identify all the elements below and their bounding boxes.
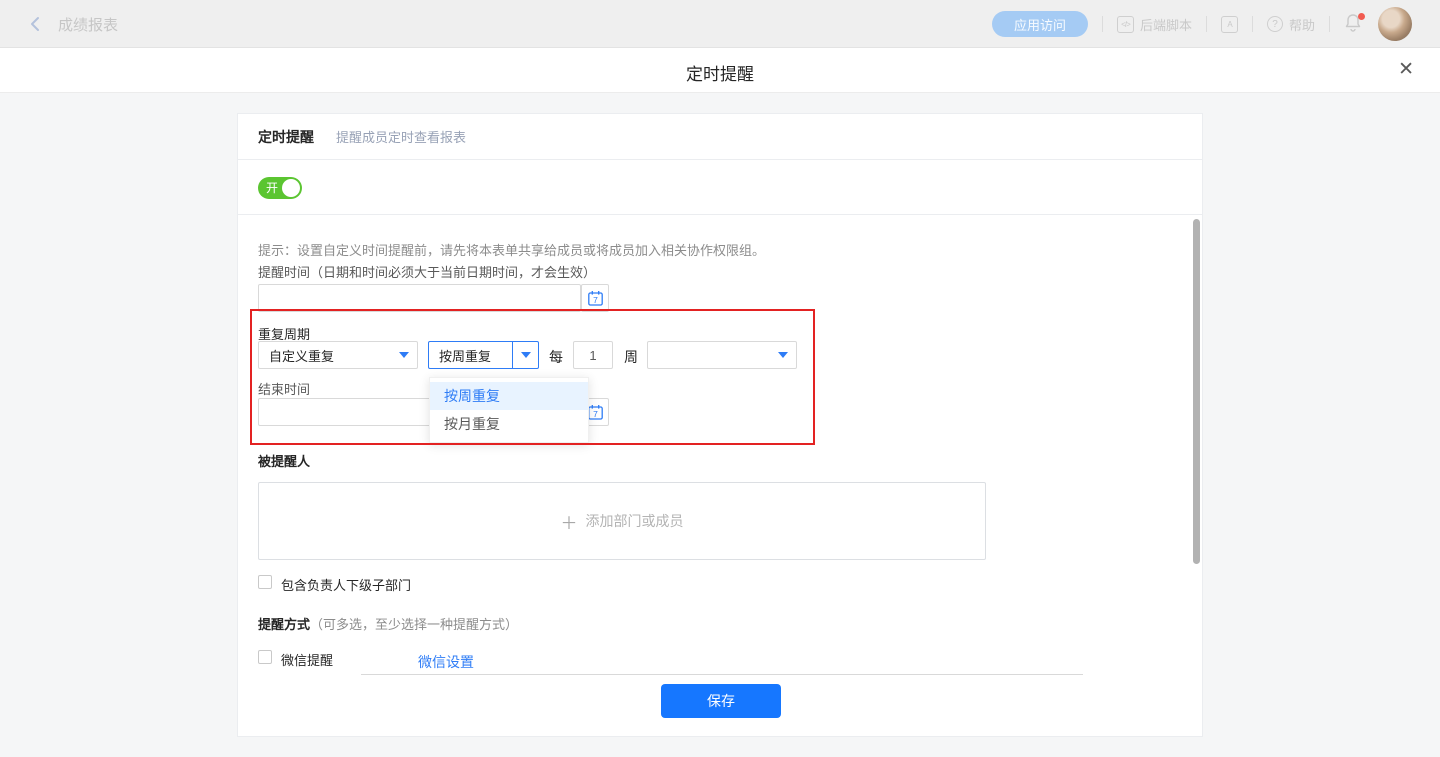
- tab-description: 提醒成员定时查看报表: [336, 127, 466, 146]
- save-button[interactable]: 保存: [661, 684, 781, 718]
- report-title: 成绩报表: [58, 14, 118, 35]
- remind-method-title: 提醒方式: [258, 617, 310, 632]
- code-icon: </>: [1117, 16, 1134, 33]
- close-icon[interactable]: ✕: [1398, 59, 1414, 81]
- repeat-mode-select[interactable]: 自定义重复: [258, 341, 418, 369]
- wechat-remind-checkbox[interactable]: [258, 650, 272, 664]
- notifications-button[interactable]: [1344, 13, 1364, 35]
- divider: [1329, 16, 1330, 32]
- notification-dot: [1358, 13, 1365, 20]
- include-sub-dept-label: 包含负责人下级子部门: [281, 575, 411, 594]
- toggle-on-label: 开: [266, 181, 278, 195]
- remind-time-label: 提醒时间（日期和时间必须大于当前日期时间，才会生效）: [258, 262, 596, 281]
- back-button[interactable]: [26, 14, 46, 34]
- repeat-frequency-select[interactable]: 按周重复: [428, 341, 539, 369]
- card-tab-row: 定时提醒 提醒成员定时查看报表: [238, 114, 1202, 160]
- menu-option-monthly[interactable]: 按月重复: [430, 410, 588, 438]
- dialog-title: 定时提醒: [0, 60, 1440, 85]
- interval-input[interactable]: [573, 341, 613, 369]
- include-sub-dept-checkbox[interactable]: [258, 575, 272, 589]
- recipients-label: 被提醒人: [258, 451, 310, 470]
- chevron-left-icon: [26, 14, 46, 34]
- calendar-icon: 7: [587, 290, 604, 307]
- app-access-button[interactable]: 应用访问: [992, 11, 1088, 37]
- question-mark-icon: ?: [1267, 16, 1283, 32]
- calendar-icon: 7: [587, 404, 604, 421]
- add-members-button[interactable]: ＋ 添加部门或成员: [258, 482, 986, 560]
- remind-time-calendar-button[interactable]: 7: [581, 284, 609, 312]
- user-avatar[interactable]: [1378, 7, 1412, 41]
- dialog-body: 定时提醒 提醒成员定时查看报表 开 提示：设置自定义时间提醒前，请先将本表单共享…: [0, 94, 1440, 757]
- repeat-frequency-value: 按周重复: [429, 346, 512, 365]
- reminder-on-toggle[interactable]: 开: [258, 177, 302, 199]
- toggle-row: 开: [238, 160, 1202, 215]
- chevron-down-icon: [399, 352, 409, 358]
- plus-icon: ＋: [561, 509, 578, 534]
- divider: [1252, 16, 1253, 32]
- app-screen: 成绩报表 应用访问 </> 后端脚本 A ? 帮助: [0, 0, 1440, 757]
- end-time-label: 结束时间: [258, 379, 310, 398]
- translate-button[interactable]: A: [1221, 16, 1238, 33]
- svg-text:7: 7: [593, 409, 598, 419]
- repeat-mode-value: 自定义重复: [259, 346, 391, 365]
- scrollbar-thumb[interactable]: [1193, 219, 1200, 564]
- every-label: 每: [549, 347, 563, 367]
- help-label: 帮助: [1289, 15, 1315, 34]
- reminder-settings-card: 定时提醒 提醒成员定时查看报表 开 提示：设置自定义时间提醒前，请先将本表单共享…: [237, 113, 1203, 737]
- divider: [1206, 16, 1207, 32]
- wechat-settings-row: 微信设置: [361, 647, 1083, 675]
- frequency-dropdown-menu: 按周重复 按月重复: [429, 377, 589, 443]
- remind-method-label: 提醒方式（可多选，至少选择一种提醒方式）: [258, 614, 518, 633]
- chevron-down-icon: [521, 352, 531, 358]
- translate-icon: A: [1221, 16, 1238, 33]
- caret-zone: [770, 342, 796, 368]
- wechat-settings-link[interactable]: 微信设置: [418, 652, 474, 672]
- caret-zone: [391, 342, 417, 368]
- backend-script-button[interactable]: </> 后端脚本: [1117, 15, 1192, 34]
- navbar-actions: 应用访问 </> 后端脚本 A ? 帮助: [992, 0, 1412, 48]
- weekday-select[interactable]: [647, 341, 797, 369]
- wechat-remind-label: 微信提醒: [281, 650, 333, 669]
- divider: [1102, 16, 1103, 32]
- top-navbar: 成绩报表 应用访问 </> 后端脚本 A ? 帮助: [0, 0, 1440, 48]
- add-members-label: 添加部门或成员: [586, 511, 684, 531]
- caret-zone: [512, 342, 538, 368]
- help-button[interactable]: ? 帮助: [1267, 15, 1315, 34]
- tab-timed-reminder[interactable]: 定时提醒: [258, 127, 314, 147]
- svg-text:7: 7: [593, 295, 598, 305]
- menu-option-weekly[interactable]: 按周重复: [430, 382, 588, 410]
- backend-script-label: 后端脚本: [1140, 15, 1192, 34]
- chevron-down-icon: [778, 352, 788, 358]
- remind-method-hint: （可多选，至少选择一种提醒方式）: [310, 617, 518, 632]
- remind-time-input[interactable]: [258, 284, 581, 312]
- dialog-header: 定时提醒 ✕: [0, 48, 1440, 93]
- share-hint-text: 提示：设置自定义时间提醒前，请先将本表单共享给成员或将成员加入相关协作权限组。: [258, 240, 765, 259]
- unit-label: 周: [624, 347, 638, 367]
- toggle-knob: [282, 179, 300, 197]
